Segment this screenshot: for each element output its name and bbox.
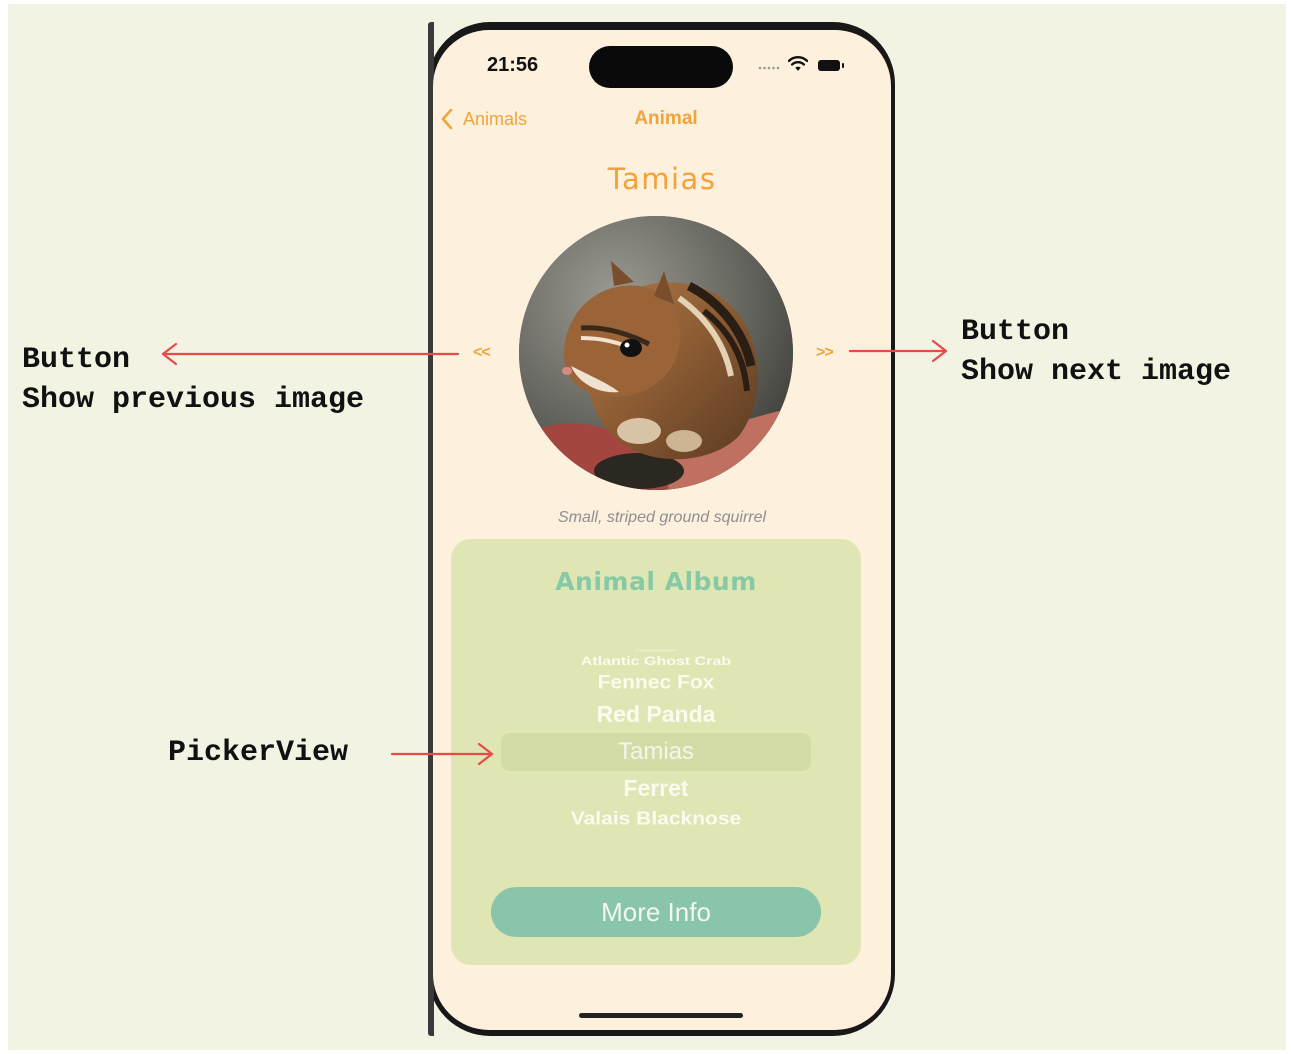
signal-dots-icon <box>758 66 780 70</box>
home-indicator <box>579 1013 743 1018</box>
animal-description: Small, striped ground squirrel <box>557 509 767 526</box>
picker-item-selected[interactable]: Tamias <box>451 738 861 766</box>
animal-photo <box>519 216 793 490</box>
annotation-picker-label: PickerView <box>168 736 349 770</box>
annotation-next-desc: Show next image <box>961 355 1232 389</box>
annotation-next-button: Button Show next image <box>961 312 1231 392</box>
picker-item[interactable]: Valais Blacknose <box>451 808 861 830</box>
animal-name: Tamias <box>607 162 717 196</box>
wifi-icon <box>788 56 808 71</box>
animal-album-card: Animal Album Clownfish Atlantic Ghost Cr… <box>451 539 861 965</box>
nav-title: Animal <box>433 108 891 130</box>
picker-item[interactable]: Ferret <box>451 775 861 802</box>
more-info-button[interactable]: More Info <box>491 887 821 937</box>
previous-image-button[interactable]: << <box>473 344 491 362</box>
picker-item[interactable]: Atlantic Ghost Crab <box>451 655 861 669</box>
album-title: Animal Album <box>555 567 757 596</box>
annotation-prev-desc: Show previous image <box>22 383 365 417</box>
picker-item[interactable]: Red Panda <box>451 701 861 728</box>
picker-item[interactable]: Fennec Fox <box>451 672 861 694</box>
dynamic-island <box>589 46 733 88</box>
status-time: 21:56 <box>487 54 539 76</box>
nav-title-text: Animal <box>634 108 698 129</box>
annotation-next-title: Button <box>961 315 1070 349</box>
battery-icon <box>818 60 844 71</box>
phone-screen: 21:56 Animals Animal Tamias << >> Small,… <box>433 30 891 1030</box>
annotation-pickerview: PickerView <box>168 733 348 773</box>
annotation-prev-button: Button Show previous image <box>22 340 364 420</box>
annotation-prev-title: Button <box>22 343 131 377</box>
picker-item[interactable]: Clownfish <box>451 648 861 653</box>
chipmunk-photo-icon <box>519 216 793 490</box>
status-icons <box>758 56 858 76</box>
animal-picker-view[interactable]: Clownfish Atlantic Ghost Crab Fennec Fox… <box>451 639 861 839</box>
next-image-button[interactable]: >> <box>816 344 834 362</box>
